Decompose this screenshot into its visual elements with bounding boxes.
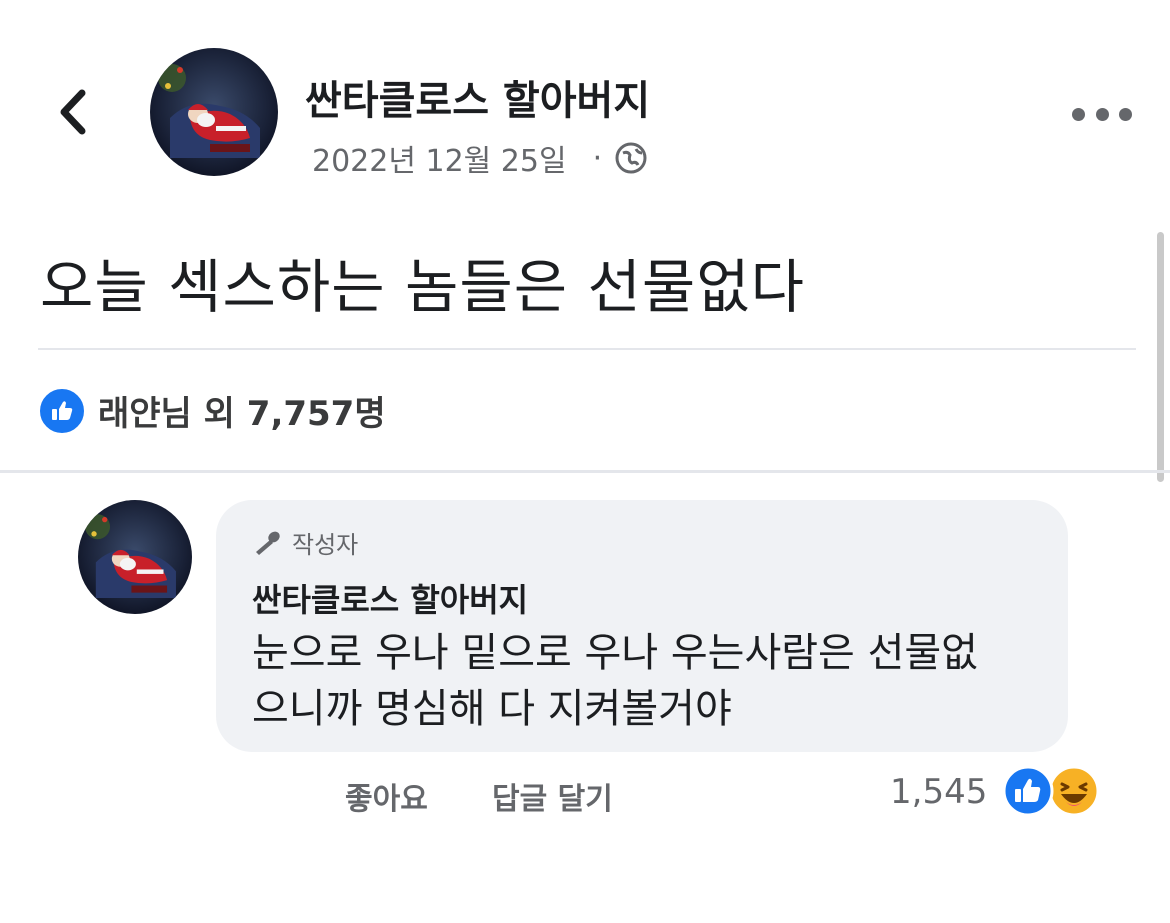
reactions-summary-text: 래얀님 외 7,757명 — [98, 394, 386, 434]
globe-icon — [615, 142, 647, 174]
post-text: 오늘 섹스하는 놈들은 선물없다 — [40, 253, 805, 321]
author-badge: 작성자 — [252, 525, 358, 560]
comment-reply-button[interactable]: 답글 달기 — [492, 774, 613, 818]
post-reactions-summary[interactable]: 래얀님 외 7,757명 — [38, 386, 386, 435]
post-date[interactable]: 2022년 12월 25일 — [312, 136, 567, 180]
more-options-button[interactable] — [1072, 96, 1132, 132]
comment-text: 눈으로 우나 밑으로 우나 우는사람은 선물없 으니까 명심해 다 지켜볼거야 — [252, 625, 1052, 737]
comment-author-avatar[interactable] — [78, 500, 192, 614]
meta-separator: · — [592, 140, 603, 176]
comment-author-name[interactable]: 싼타클로스 할아버지 — [252, 575, 528, 621]
like-icon — [1002, 765, 1054, 817]
back-button[interactable] — [48, 82, 98, 142]
author-badge-label: 작성자 — [292, 531, 359, 559]
comment-reaction-icons[interactable] — [1000, 764, 1104, 818]
santa-avatar-image — [150, 48, 278, 176]
scrollbar[interactable] — [1157, 232, 1164, 482]
post-author-name[interactable]: 싼타클로스 할아버지 — [305, 68, 650, 126]
comment-text-line: 으니까 명심해 다 지켜볼거야 — [252, 686, 732, 732]
comment-reaction-count[interactable]: 1,545 — [890, 772, 987, 812]
microphone-icon — [256, 531, 280, 555]
haha-icon — [1048, 765, 1100, 817]
santa-avatar-image — [78, 500, 192, 614]
divider — [0, 470, 1170, 473]
comment-like-button[interactable]: 좋아요 — [345, 774, 428, 818]
more-horizontal-icon — [1072, 107, 1085, 121]
post-meta: 2022년 12월 25일 · — [312, 136, 648, 180]
like-icon — [38, 386, 86, 435]
divider — [38, 348, 1136, 350]
author-avatar[interactable] — [150, 48, 278, 176]
chevron-left-icon — [60, 89, 86, 135]
comment-text-line: 눈으로 우나 밑으로 우나 우는사람은 선물없 — [252, 630, 978, 676]
